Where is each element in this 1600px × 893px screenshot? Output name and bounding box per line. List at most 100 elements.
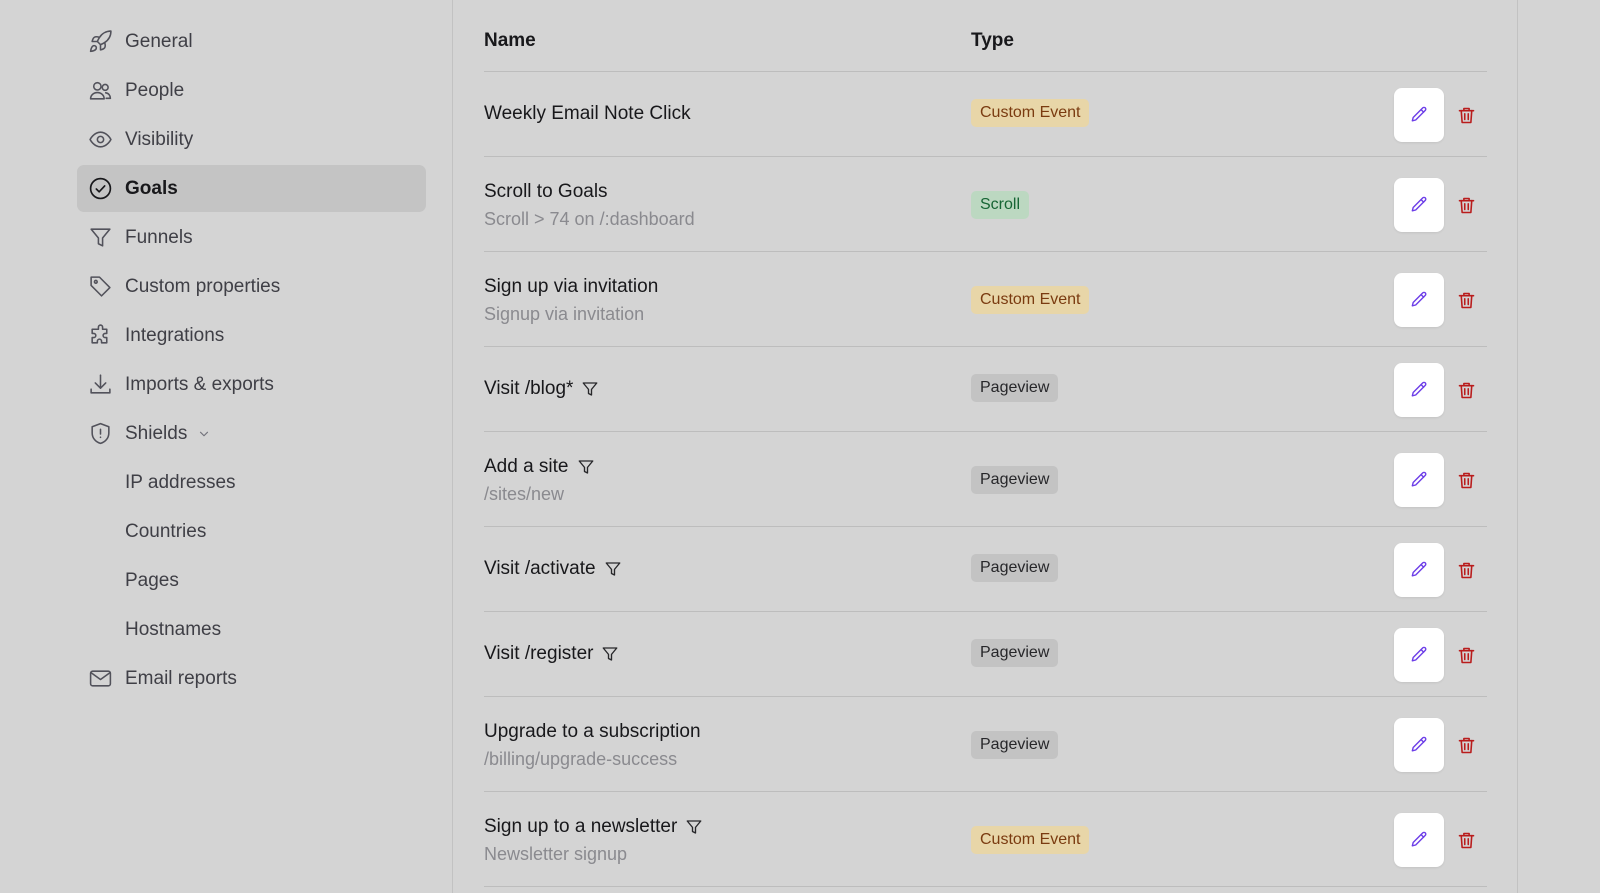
sidebar-item-hostnames[interactable]: Hostnames <box>77 606 426 653</box>
sidebar-item-visibility[interactable]: Visibility <box>77 116 426 163</box>
goal-name: Sign up to a newsletter <box>484 816 703 838</box>
sidebar-item-funnels[interactable]: Funnels <box>77 214 426 261</box>
sidebar-item-label: General <box>125 30 193 52</box>
delete-goal-button[interactable] <box>1454 468 1478 492</box>
goal-name: Sign up via invitation <box>484 276 658 298</box>
trash-icon <box>1456 560 1477 581</box>
goal-name-cell: Upgrade to a subscription/billing/upgrad… <box>484 721 701 770</box>
goal-name-text: Weekly Email Note Click <box>484 103 691 124</box>
goal-type-badge: Custom Event <box>971 99 1090 127</box>
sidebar-item-label: IP addresses <box>125 471 236 493</box>
goal-name: Visit /blog* <box>484 378 599 400</box>
table-row: Visit /activate Pageview <box>484 527 1487 612</box>
delete-goal-button[interactable] <box>1454 828 1478 852</box>
sidebar-item-imports-exports[interactable]: Imports & exports <box>77 361 426 408</box>
sidebar-item-general[interactable]: General <box>77 18 426 65</box>
edit-goal-button[interactable] <box>1394 453 1444 507</box>
edit-goal-button[interactable] <box>1394 543 1444 597</box>
trash-icon <box>1456 195 1477 216</box>
goal-name-text: Scroll to Goals <box>484 181 608 202</box>
table-row: Upgrade to a subscription/billing/upgrad… <box>484 697 1487 792</box>
delete-goal-button[interactable] <box>1454 378 1478 402</box>
edit-goal-button[interactable] <box>1394 273 1444 327</box>
sidebar-item-shields[interactable]: Shields <box>77 410 426 457</box>
goal-name-cell: Sign up to a newsletter Newsletter signup <box>484 816 703 865</box>
sidebar-item-people[interactable]: People <box>77 67 426 114</box>
pencil-icon <box>1409 645 1429 665</box>
shield-icon <box>88 421 113 446</box>
delete-goal-button[interactable] <box>1454 643 1478 667</box>
funnel-icon <box>601 645 619 663</box>
sidebar-item-custom-properties[interactable]: Custom properties <box>77 263 426 310</box>
check-circle-icon <box>88 176 113 201</box>
sidebar-item-label: People <box>125 79 185 101</box>
delete-goal-button[interactable] <box>1454 103 1478 127</box>
edit-goal-button[interactable] <box>1394 178 1444 232</box>
sidebar-item-pages[interactable]: Pages <box>77 557 426 604</box>
goal-description: Scroll > 74 on /:dashboard <box>484 209 695 229</box>
edit-goal-button[interactable] <box>1394 628 1444 682</box>
delete-goal-button[interactable] <box>1454 558 1478 582</box>
goal-type-badge: Custom Event <box>971 286 1090 314</box>
trash-icon <box>1456 470 1477 491</box>
goal-name-cell: Visit /blog* <box>484 378 599 400</box>
sidebar-item-ip-addresses[interactable]: IP addresses <box>77 459 426 506</box>
pencil-icon <box>1409 470 1429 490</box>
goal-name: Visit /activate <box>484 558 622 580</box>
goal-type-badge: Pageview <box>971 731 1059 759</box>
funnel-icon <box>88 225 113 250</box>
trash-icon <box>1456 105 1477 126</box>
delete-goal-button[interactable] <box>1454 193 1478 217</box>
table-header: Name Type <box>484 0 1487 72</box>
pencil-icon <box>1409 105 1429 125</box>
edit-goal-button[interactable] <box>1394 363 1444 417</box>
pencil-icon <box>1409 195 1429 215</box>
column-header-name: Name <box>484 30 536 51</box>
edit-goal-button[interactable] <box>1394 88 1444 142</box>
sidebar-item-countries[interactable]: Countries <box>77 508 426 555</box>
table-body: Weekly Email Note Click Custom Event Scrol… <box>484 72 1487 887</box>
goal-name: Visit /register <box>484 643 619 665</box>
table-row: Add a site/sites/new Pageview <box>484 432 1487 527</box>
edit-goal-button[interactable] <box>1394 718 1444 772</box>
table-row: Sign up via invitation Signup via invitat… <box>484 252 1487 347</box>
sidebar-item-label: Funnels <box>125 226 193 248</box>
sidebar-item-label: Email reports <box>125 667 237 689</box>
goal-description: /sites/new <box>484 484 565 504</box>
goal-name: Scroll to Goals <box>484 181 695 203</box>
table-row: Sign up to a newsletter Newsletter signup… <box>484 792 1487 887</box>
sidebar-item-email-reports[interactable]: Email reports <box>77 655 426 702</box>
goal-name-cell: Scroll to Goals Scroll > 74 on /:dashboar… <box>484 181 695 230</box>
delete-goal-button[interactable] <box>1454 733 1478 757</box>
sidebar-item-label: Shields <box>125 422 188 444</box>
edit-goal-button[interactable] <box>1394 813 1444 867</box>
goal-type-badge: Custom Event <box>971 826 1090 854</box>
puzzle-icon <box>88 323 113 348</box>
goals-panel: Name Type Weekly Email Note Click Custom … <box>452 0 1518 893</box>
pencil-icon <box>1409 560 1429 580</box>
column-header-type: Type <box>971 30 1014 51</box>
goal-name-text: Sign up via invitation <box>484 276 659 297</box>
sidebar-item-label: Integrations <box>125 324 225 346</box>
sidebar-item-goals[interactable]: Goals <box>77 165 426 212</box>
goal-name: Weekly Email Note Click <box>484 103 691 125</box>
trash-icon <box>1456 645 1477 666</box>
goal-name: Add a site <box>484 456 595 478</box>
goal-name-cell: Sign up via invitation Signup via invitat… <box>484 276 658 325</box>
delete-goal-button[interactable] <box>1454 288 1478 312</box>
goal-name-text: Add a site <box>484 456 569 477</box>
sidebar-item-label: Visibility <box>125 128 194 150</box>
trash-icon <box>1456 380 1477 401</box>
sidebar-item-label: Pages <box>125 569 179 591</box>
pencil-icon <box>1409 830 1429 850</box>
goal-name-text: Upgrade to a subscription <box>484 721 701 742</box>
goal-name-cell: Visit /activate <box>484 558 622 580</box>
sidebar-item-integrations[interactable]: Integrations <box>77 312 426 359</box>
pencil-icon <box>1409 290 1429 310</box>
users-icon <box>88 78 113 103</box>
funnel-icon <box>581 380 599 398</box>
sidebar-item-label: Imports & exports <box>125 373 274 395</box>
chevron-down-icon <box>197 427 211 441</box>
goal-name-cell: Add a site/sites/new <box>484 456 595 505</box>
goal-type-badge: Pageview <box>971 554 1059 582</box>
